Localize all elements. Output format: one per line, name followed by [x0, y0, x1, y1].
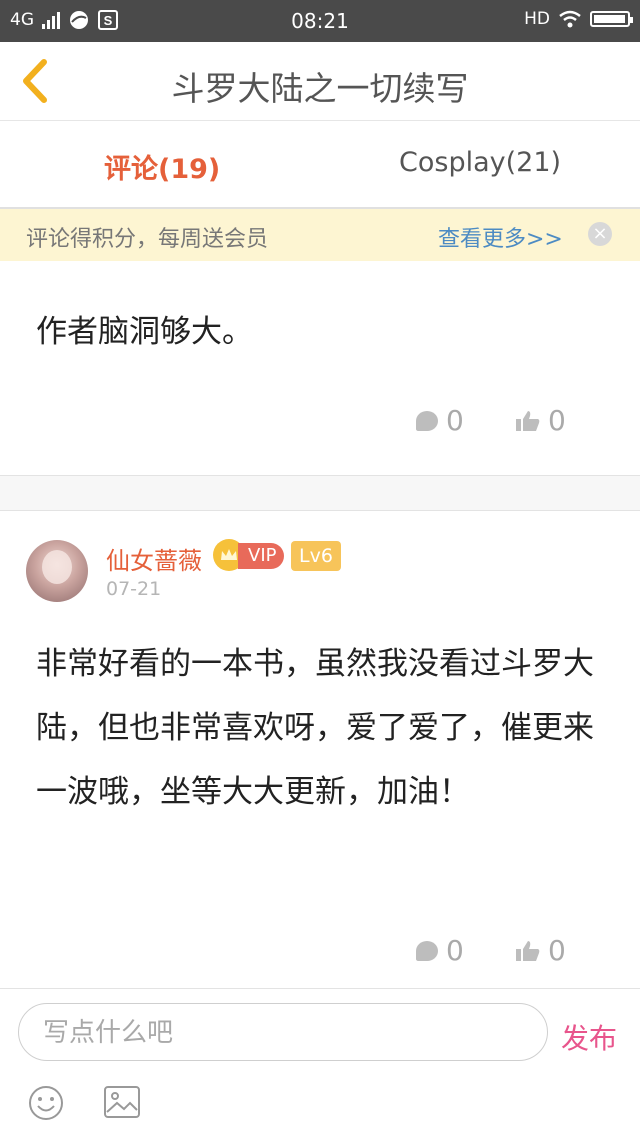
like-action[interactable]: 0: [516, 934, 566, 967]
battery-icon: [590, 11, 633, 27]
avatar[interactable]: [26, 540, 88, 602]
emoji-icon[interactable]: [28, 1085, 64, 1121]
notice-banner: 评论得积分，每周送会员 查看更多>> ×: [0, 209, 640, 261]
vip-badge: VIP: [238, 543, 285, 569]
status-bar: 4G S 08:21 HD: [0, 0, 640, 42]
send-button[interactable]: 发布: [561, 1017, 617, 1057]
reply-action[interactable]: 0: [416, 934, 464, 967]
comment-date: 07-21: [106, 578, 162, 600]
comment-composer: 发布: [0, 988, 640, 1139]
tab-comments[interactable]: 评论(19): [104, 147, 220, 186]
divider: [0, 510, 640, 511]
hd-label: HD: [524, 9, 550, 29]
top-nav: 斗罗大陆之一切续写: [0, 42, 640, 121]
like-count: 0: [548, 404, 566, 437]
username[interactable]: 仙女蔷薇: [106, 541, 202, 576]
reply-count: 0: [446, 934, 464, 967]
image-icon[interactable]: [104, 1086, 140, 1118]
level-badge: Lv6: [291, 541, 341, 571]
notice-more-link[interactable]: 查看更多>>: [438, 221, 563, 253]
like-count: 0: [548, 934, 566, 967]
comment-input[interactable]: [18, 1003, 548, 1061]
thumbs-up-icon: [516, 410, 540, 431]
like-action[interactable]: 0: [516, 404, 566, 437]
reply-count: 0: [446, 404, 464, 437]
comment-bubble-icon: [416, 940, 438, 961]
comment-text: 非常好看的一本书，虽然我没看过斗罗大陆，但也非常喜欢呀，爱了爱了，催更来一波哦，…: [36, 646, 594, 810]
status-right: HD: [524, 9, 633, 29]
tab-bar: 评论(19) Cosplay(21): [0, 121, 640, 209]
section-gap: [0, 476, 640, 510]
wifi-icon: [559, 10, 581, 28]
reply-action[interactable]: 0: [416, 404, 464, 437]
tab-cosplay[interactable]: Cosplay(21): [399, 147, 561, 178]
notice-text: 评论得积分，每周送会员: [26, 227, 269, 252]
close-icon[interactable]: ×: [588, 222, 612, 246]
comment-bubble-icon: [416, 410, 438, 431]
comment-text: 作者脑洞够大。: [36, 314, 253, 350]
page-title: 斗罗大陆之一切续写: [171, 69, 469, 108]
clipped-badge: [32, 259, 102, 269]
thumbs-up-icon: [516, 940, 540, 961]
